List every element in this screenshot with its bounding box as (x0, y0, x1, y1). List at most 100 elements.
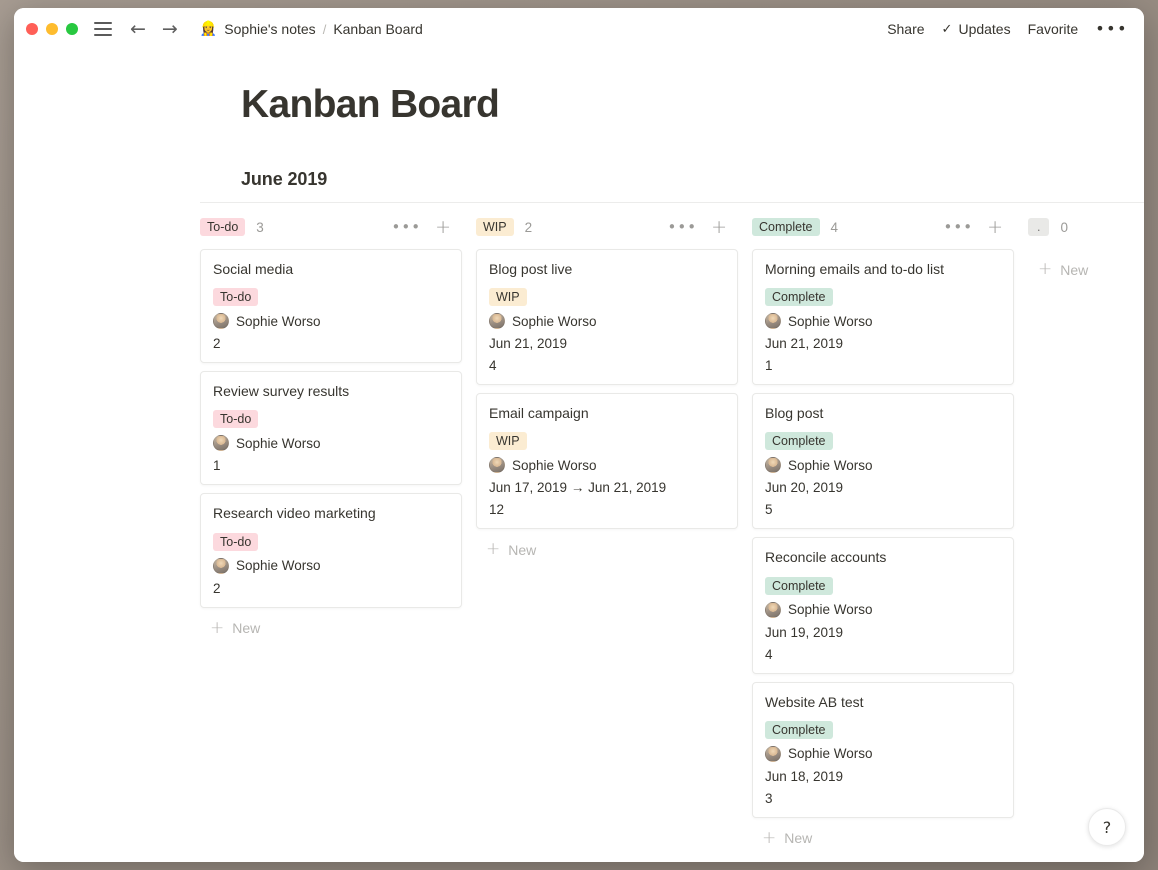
kanban-card[interactable]: Morning emails and to-do list Complete Sop… (752, 249, 1014, 386)
avatar (765, 745, 781, 762)
more-options-button[interactable]: ••• (1095, 21, 1128, 37)
card-assignee: Sophie Worso (489, 313, 725, 330)
avatar (765, 313, 781, 330)
card-tag-row: WIP (489, 432, 725, 451)
card-assignee: Sophie Worso (213, 313, 449, 330)
card-number: 4 (765, 646, 773, 662)
column-menu-icon[interactable]: ••• (944, 219, 974, 235)
plus-icon: + (486, 539, 501, 560)
maximize-window-button[interactable] (66, 23, 78, 35)
favorite-button[interactable]: Favorite (1028, 21, 1079, 37)
kanban-column-wip: WIP 2 ••• + Blog post live WIP Sophie Worso Jun… (476, 214, 752, 847)
card-title: Email campaign (489, 405, 589, 422)
minimize-window-button[interactable] (46, 23, 58, 35)
column-tag[interactable]: WIP (476, 218, 514, 236)
card-number: 1 (213, 458, 221, 474)
card-date: Jun 21, 2019 (489, 336, 568, 352)
new-card-label: New (1060, 261, 1089, 278)
column-actions: ••• + (944, 217, 1003, 237)
assignee-name: Sophie Worso (788, 602, 873, 618)
card-status-tag: Complete (765, 720, 833, 739)
column-tag[interactable]: To-do (200, 218, 246, 236)
kanban-card[interactable]: Website AB test Complete Sophie Worso Jun 1… (752, 681, 1014, 818)
avatar (765, 601, 781, 618)
kanban-card[interactable]: Research video marketing To-do Sophie Wors… (200, 493, 462, 608)
assignee-name: Sophie Worso (512, 313, 597, 329)
card-assignee: Sophie Worso (765, 313, 1001, 330)
card-tag-row: Complete (765, 576, 1001, 595)
card-tag-row: Complete (765, 432, 1001, 451)
column-tag[interactable]: . (1028, 218, 1050, 236)
help-button[interactable]: ? (1088, 808, 1126, 846)
new-card-button[interactable]: + New (752, 829, 1028, 847)
card-tag-row: To-do (213, 410, 449, 429)
updates-label: Updates (958, 21, 1011, 37)
column-tag[interactable]: Complete (752, 218, 820, 236)
card-assignee: Sophie Worso (489, 457, 725, 474)
column-add-icon[interactable]: + (711, 217, 727, 237)
avatar (213, 557, 229, 574)
kanban-card[interactable]: Blog post Complete Sophie Worso Jun 20, 201… (752, 393, 1014, 530)
check-icon: ✓ (941, 21, 953, 37)
column-add-icon[interactable]: + (435, 217, 451, 237)
card-status-tag: To-do (213, 532, 259, 551)
plus-icon: + (1038, 259, 1053, 279)
back-arrow-icon[interactable]: ← (130, 19, 146, 39)
column-cards: Blog post live WIP Sophie Worso Jun 21, 201… (476, 249, 752, 530)
close-window-button[interactable] (26, 23, 38, 35)
window-controls (26, 23, 78, 35)
card-assignee: Sophie Worso (765, 745, 1001, 762)
card-title: Research video marketing (213, 505, 376, 522)
avatar (765, 457, 781, 474)
breadcrumb-separator: / (322, 21, 327, 37)
card-number: 2 (213, 580, 221, 596)
card-status-tag: WIP (489, 288, 527, 307)
new-card-button[interactable]: + New (1028, 261, 1144, 278)
card-number: 3 (765, 790, 773, 806)
share-label: Share (887, 21, 925, 37)
workspace-emoji-icon: 👷‍♀️ (199, 21, 218, 37)
column-menu-icon[interactable]: ••• (668, 219, 698, 235)
assignee-name: Sophie Worso (236, 435, 321, 451)
card-status-tag: Complete (765, 576, 833, 595)
updates-button[interactable]: ✓ Updates (942, 21, 1011, 37)
column-count: 0 (1060, 219, 1068, 235)
card-assignee: Sophie Worso (765, 601, 1001, 618)
plus-icon: + (210, 617, 225, 638)
kanban-card[interactable]: Review survey results To-do Sophie Worso 1 (200, 371, 462, 486)
forward-arrow-icon[interactable]: → (162, 19, 178, 39)
breadcrumb-workspace[interactable]: Sophie's notes (224, 21, 315, 37)
kanban-card[interactable]: Email campaign WIP Sophie Worso Jun 17, 201… (476, 393, 738, 530)
kanban-board: To-do 3 ••• + Social media To-do Sophie Worso 2… (200, 203, 1124, 847)
column-menu-icon[interactable]: ••• (392, 219, 422, 235)
column-actions: ••• + (668, 217, 727, 237)
kanban-card[interactable]: Reconcile accounts Complete Sophie Worso Ju… (752, 537, 1014, 674)
card-number: 2 (213, 336, 221, 352)
kanban-column-todo: To-do 3 ••• + Social media To-do Sophie Worso 2… (200, 214, 476, 847)
avatar (489, 457, 505, 474)
kanban-card[interactable]: Blog post live WIP Sophie Worso Jun 21, 201… (476, 249, 738, 386)
column-count: 2 (524, 219, 533, 235)
card-title: Website AB test (765, 693, 864, 710)
assignee-name: Sophie Worso (236, 558, 321, 574)
sidebar-toggle-icon[interactable] (94, 22, 112, 36)
card-title: Blog post (765, 405, 824, 422)
assignee-name: Sophie Worso (788, 313, 873, 329)
breadcrumb-page[interactable]: Kanban Board (333, 21, 423, 37)
avatar (213, 313, 229, 330)
column-count: 4 (830, 219, 839, 235)
card-date: Jun 20, 2019 (765, 480, 844, 496)
column-header: Complete 4 ••• + (752, 214, 1028, 240)
card-title: Social media (213, 261, 294, 277)
column-add-icon[interactable]: + (987, 217, 1003, 237)
new-card-label: New (232, 620, 261, 637)
card-assignee: Sophie Worso (213, 435, 449, 452)
page-content: Kanban Board June 2019 To-do 3 ••• + Social … (14, 50, 1144, 862)
kanban-card[interactable]: Social media To-do Sophie Worso 2 (200, 249, 462, 364)
kanban-column-uncategorized: . 0 + New (1028, 214, 1144, 847)
new-card-button[interactable]: + New (200, 617, 476, 638)
question-mark-icon: ? (1102, 817, 1112, 837)
share-button[interactable]: Share (887, 21, 924, 37)
card-date: Jun 21, 2019 (765, 336, 844, 352)
new-card-button[interactable]: + New (476, 541, 752, 558)
